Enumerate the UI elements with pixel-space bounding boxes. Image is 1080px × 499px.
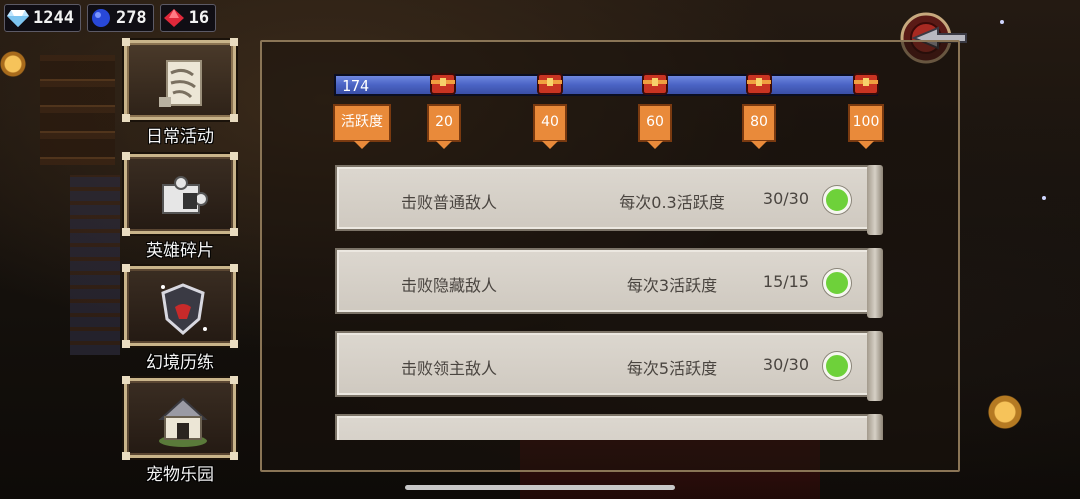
scroll-icon xyxy=(159,60,202,107)
side-tab-frame xyxy=(122,38,238,122)
task-reward: 每次5活跃度 xyxy=(626,359,718,378)
background-bookshelf xyxy=(40,55,115,165)
shield-icon xyxy=(161,283,207,335)
task-reward: 每次3活跃度 xyxy=(626,276,718,295)
blue-gem-counter: 278 xyxy=(86,4,154,32)
background-lamp xyxy=(0,40,26,100)
reward-chest-80[interactable] xyxy=(744,68,774,98)
task-complete-icon xyxy=(823,269,851,297)
milestone-tag-100: 100 xyxy=(848,104,884,149)
chest-icon xyxy=(537,73,563,95)
side-tab-frame xyxy=(122,152,238,236)
chest-icon xyxy=(430,73,456,95)
reward-chest-20[interactable] xyxy=(428,68,458,98)
reward-chest-100[interactable] xyxy=(851,68,881,98)
side-tab-frame xyxy=(122,264,238,348)
task-list[interactable]: 击败普通敌人 每次0.3活跃度 30/30 击败隐藏敌人 每次3活跃度 15/1… xyxy=(335,165,885,440)
milestone-tag-60: 60 xyxy=(638,104,672,149)
red-gem-icon xyxy=(163,9,184,27)
side-tab-illusion-trial[interactable]: 幻境历练 xyxy=(122,264,238,373)
task-complete-icon xyxy=(823,186,851,214)
task-row-partial xyxy=(335,414,883,440)
reward-chest-40[interactable] xyxy=(535,68,565,98)
task-row: 击败隐藏敌人 每次3活跃度 15/15 xyxy=(335,248,883,318)
diamond-count: 1244 xyxy=(33,8,74,28)
scroll-roll-decoration xyxy=(867,414,883,440)
side-tab-label: 幻境历练 xyxy=(146,353,214,373)
milestone-label: 活跃度 xyxy=(333,104,391,149)
task-name: 击败隐藏敌人 xyxy=(401,276,498,295)
side-tab-label: 宠物乐园 xyxy=(146,465,214,485)
scroll-roll-decoration xyxy=(867,331,883,401)
background-star xyxy=(1042,196,1046,200)
activity-progress-bar: 174 xyxy=(334,74,878,96)
task-progress: 15/15 xyxy=(762,272,809,291)
chest-icon xyxy=(642,73,668,95)
milestone-tag-20: 20 xyxy=(427,104,461,149)
milestone-tag-40: 40 xyxy=(533,104,567,149)
side-tab-label: 英雄碎片 xyxy=(146,241,214,261)
side-tab-label: 日常活动 xyxy=(146,127,214,147)
task-complete-icon xyxy=(823,352,851,380)
activity-progress-fill xyxy=(336,76,876,94)
puzzle-piece-icon xyxy=(162,176,208,214)
side-tab-daily-activity[interactable]: 日常活动 xyxy=(122,38,238,147)
diamond-icon xyxy=(7,10,29,27)
background-shelf xyxy=(70,175,120,355)
activity-points: 174 xyxy=(342,77,370,95)
doghouse-icon xyxy=(158,397,208,447)
chest-icon xyxy=(853,73,879,95)
chest-icon xyxy=(746,73,772,95)
blue-gem-icon xyxy=(91,9,110,27)
task-name: 击败领主敌人 xyxy=(401,359,498,378)
task-row: 击败普通敌人 每次0.3活跃度 30/30 xyxy=(335,165,883,235)
task-progress: 30/30 xyxy=(762,355,809,374)
diamond-counter: 1244 xyxy=(4,4,81,32)
background-star xyxy=(1000,20,1004,24)
task-row: 击败领主敌人 每次5活跃度 30/30 xyxy=(335,331,883,401)
side-tab-frame xyxy=(122,376,238,460)
side-tab-pet-park[interactable]: 宠物乐园 xyxy=(122,376,238,485)
resource-bar: 1244 278 16 xyxy=(4,4,217,32)
background-lamp xyxy=(985,380,1025,460)
task-progress: 30/30 xyxy=(762,189,809,208)
task-reward: 每次0.3活跃度 xyxy=(619,193,725,212)
scroll-roll-decoration xyxy=(867,248,883,318)
home-indicator[interactable] xyxy=(405,485,675,490)
scroll-roll-decoration xyxy=(867,165,883,235)
reward-chest-60[interactable] xyxy=(640,68,670,98)
blue-gem-count: 278 xyxy=(115,8,147,28)
red-gem-count: 16 xyxy=(188,8,210,28)
milestone-tag-80: 80 xyxy=(742,104,776,149)
red-gem-counter: 16 xyxy=(159,4,217,32)
side-tab-hero-fragments[interactable]: 英雄碎片 xyxy=(122,152,238,261)
task-name: 击败普通敌人 xyxy=(401,193,498,212)
